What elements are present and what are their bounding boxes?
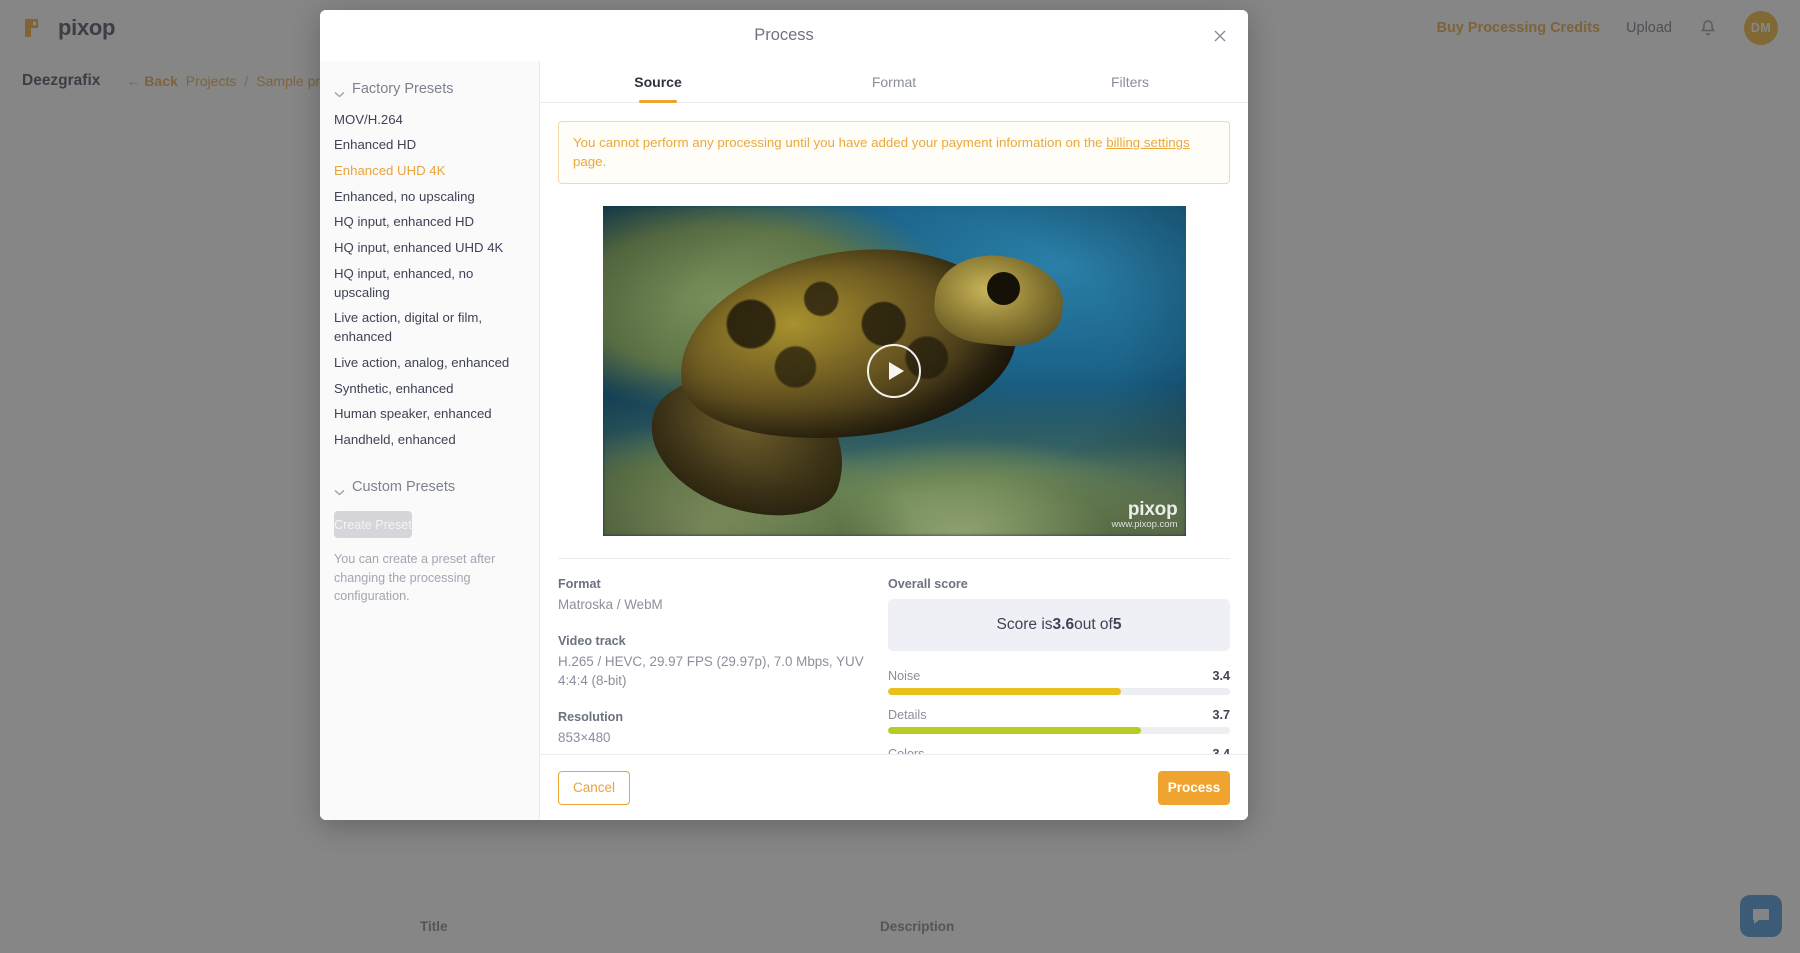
metric-label: Noise (888, 669, 920, 683)
create-preset-hint: You can create a preset after changing t… (334, 550, 525, 605)
tab-format[interactable]: Format (776, 61, 1012, 102)
chevron-down-icon (334, 86, 345, 93)
preset-item[interactable]: Enhanced, no upscaling (320, 184, 539, 210)
preset-item-active[interactable]: Enhanced UHD 4K (320, 158, 539, 184)
metric-header: Noise 3.4 (888, 669, 1230, 683)
billing-warning-banner: You cannot perform any processing until … (558, 121, 1230, 184)
preset-item[interactable]: Enhanced HD (320, 133, 539, 159)
create-preset-button[interactable]: Create Preset (334, 511, 412, 538)
custom-presets-group-header[interactable]: Custom Presets (320, 453, 539, 505)
chevron-down-icon (334, 484, 345, 491)
notice-text-after: page. (573, 154, 606, 169)
metric-value: 3.7 (1212, 708, 1230, 722)
preset-item[interactable]: HQ input, enhanced UHD 4K (320, 236, 539, 262)
metadata-item-resolution: Resolution 853×480 (558, 710, 878, 747)
overall-score-value: Score is 3.6 out of 5 (888, 599, 1230, 651)
modal-tabs: Source Format Filters (540, 61, 1248, 103)
metric-details: Details 3.7 (888, 708, 1230, 734)
source-tab-panel: You cannot perform any processing until … (540, 103, 1248, 754)
metric-header: Colors 3.4 (888, 747, 1230, 754)
notice-text-before: You cannot perform any processing until … (573, 135, 1106, 150)
metadata-value: Matroska / WebM (558, 595, 878, 614)
billing-settings-link[interactable]: billing settings (1106, 135, 1190, 150)
modal-header: Process (320, 10, 1248, 61)
metric-bar-fill (888, 727, 1141, 734)
metadata-item-video-track: Video track H.265 / HEVC, 29.97 FPS (29.… (558, 634, 878, 690)
metadata-item-format: Format Matroska / WebM (558, 577, 878, 614)
metadata-label: Format (558, 577, 878, 591)
preset-item[interactable]: Synthetic, enhanced (320, 376, 539, 402)
metric-value: 3.4 (1212, 669, 1230, 683)
preset-item[interactable]: Human speaker, enhanced (320, 402, 539, 428)
source-metadata: Format Matroska / WebM Video track H.265… (558, 577, 878, 754)
score-max: 5 (1113, 616, 1122, 634)
modal-body: Factory Presets MOV/H.264 Enhanced HD En… (320, 61, 1248, 820)
metadata-value: 853×480 (558, 728, 878, 747)
score-number: 3.6 (1053, 616, 1075, 634)
preset-item[interactable]: MOV/H.264 (320, 107, 539, 133)
tab-source[interactable]: Source (540, 61, 776, 102)
metric-label: Details (888, 708, 927, 722)
factory-presets-group-header[interactable]: Factory Presets (320, 75, 539, 107)
process-button[interactable]: Process (1158, 771, 1230, 805)
video-preview[interactable]: pixop www.pixop.com (603, 206, 1186, 536)
preset-item[interactable]: Handheld, enhanced (320, 428, 539, 454)
preset-item[interactable]: HQ input, enhanced, no upscaling (320, 261, 539, 305)
metric-bar-track (888, 688, 1230, 695)
play-icon[interactable] (867, 344, 921, 398)
preset-item[interactable]: HQ input, enhanced HD (320, 210, 539, 236)
modal-content: Source Format Filters You cannot perform… (540, 61, 1248, 820)
metric-header: Details 3.7 (888, 708, 1230, 722)
quality-scores-panel: Overall score Score is 3.6 out of 5 Nois… (888, 577, 1230, 754)
score-prefix: Score is (997, 616, 1053, 634)
preset-item[interactable]: Live action, analog, enhanced (320, 350, 539, 376)
metric-noise: Noise 3.4 (888, 669, 1230, 695)
process-modal: Process Factory Presets MOV/H.264 Enhanc… (320, 10, 1248, 820)
presets-sidebar: Factory Presets MOV/H.264 Enhanced HD En… (320, 61, 540, 820)
close-icon[interactable] (1206, 22, 1234, 50)
play-triangle (889, 362, 904, 380)
preset-item[interactable]: Live action, digital or film, enhanced (320, 306, 539, 350)
cancel-button[interactable]: Cancel (558, 771, 630, 805)
metric-bar-fill (888, 688, 1121, 695)
custom-presets-label: Custom Presets (352, 479, 455, 495)
metric-label: Colors (888, 747, 924, 754)
watermark-brand: pixop (1112, 500, 1178, 520)
watermark-url: www.pixop.com (1112, 520, 1178, 530)
modal-footer: Cancel Process (540, 754, 1248, 820)
metric-value: 3.4 (1212, 747, 1230, 754)
metadata-label: Resolution (558, 710, 878, 724)
metadata-label: Video track (558, 634, 878, 648)
overall-score-label: Overall score (888, 577, 1230, 591)
metric-bar-track (888, 727, 1230, 734)
factory-presets-label: Factory Presets (352, 81, 454, 97)
video-watermark: pixop www.pixop.com (1112, 500, 1178, 530)
metadata-value: H.265 / HEVC, 29.97 FPS (29.97p), 7.0 Mb… (558, 652, 878, 690)
source-details-row: Format Matroska / WebM Video track H.265… (558, 577, 1230, 754)
modal-title: Process (754, 26, 814, 45)
metric-colors: Colors 3.4 (888, 747, 1230, 754)
score-middle: out of (1074, 616, 1113, 634)
tab-filters[interactable]: Filters (1012, 61, 1248, 102)
section-divider (558, 558, 1230, 559)
